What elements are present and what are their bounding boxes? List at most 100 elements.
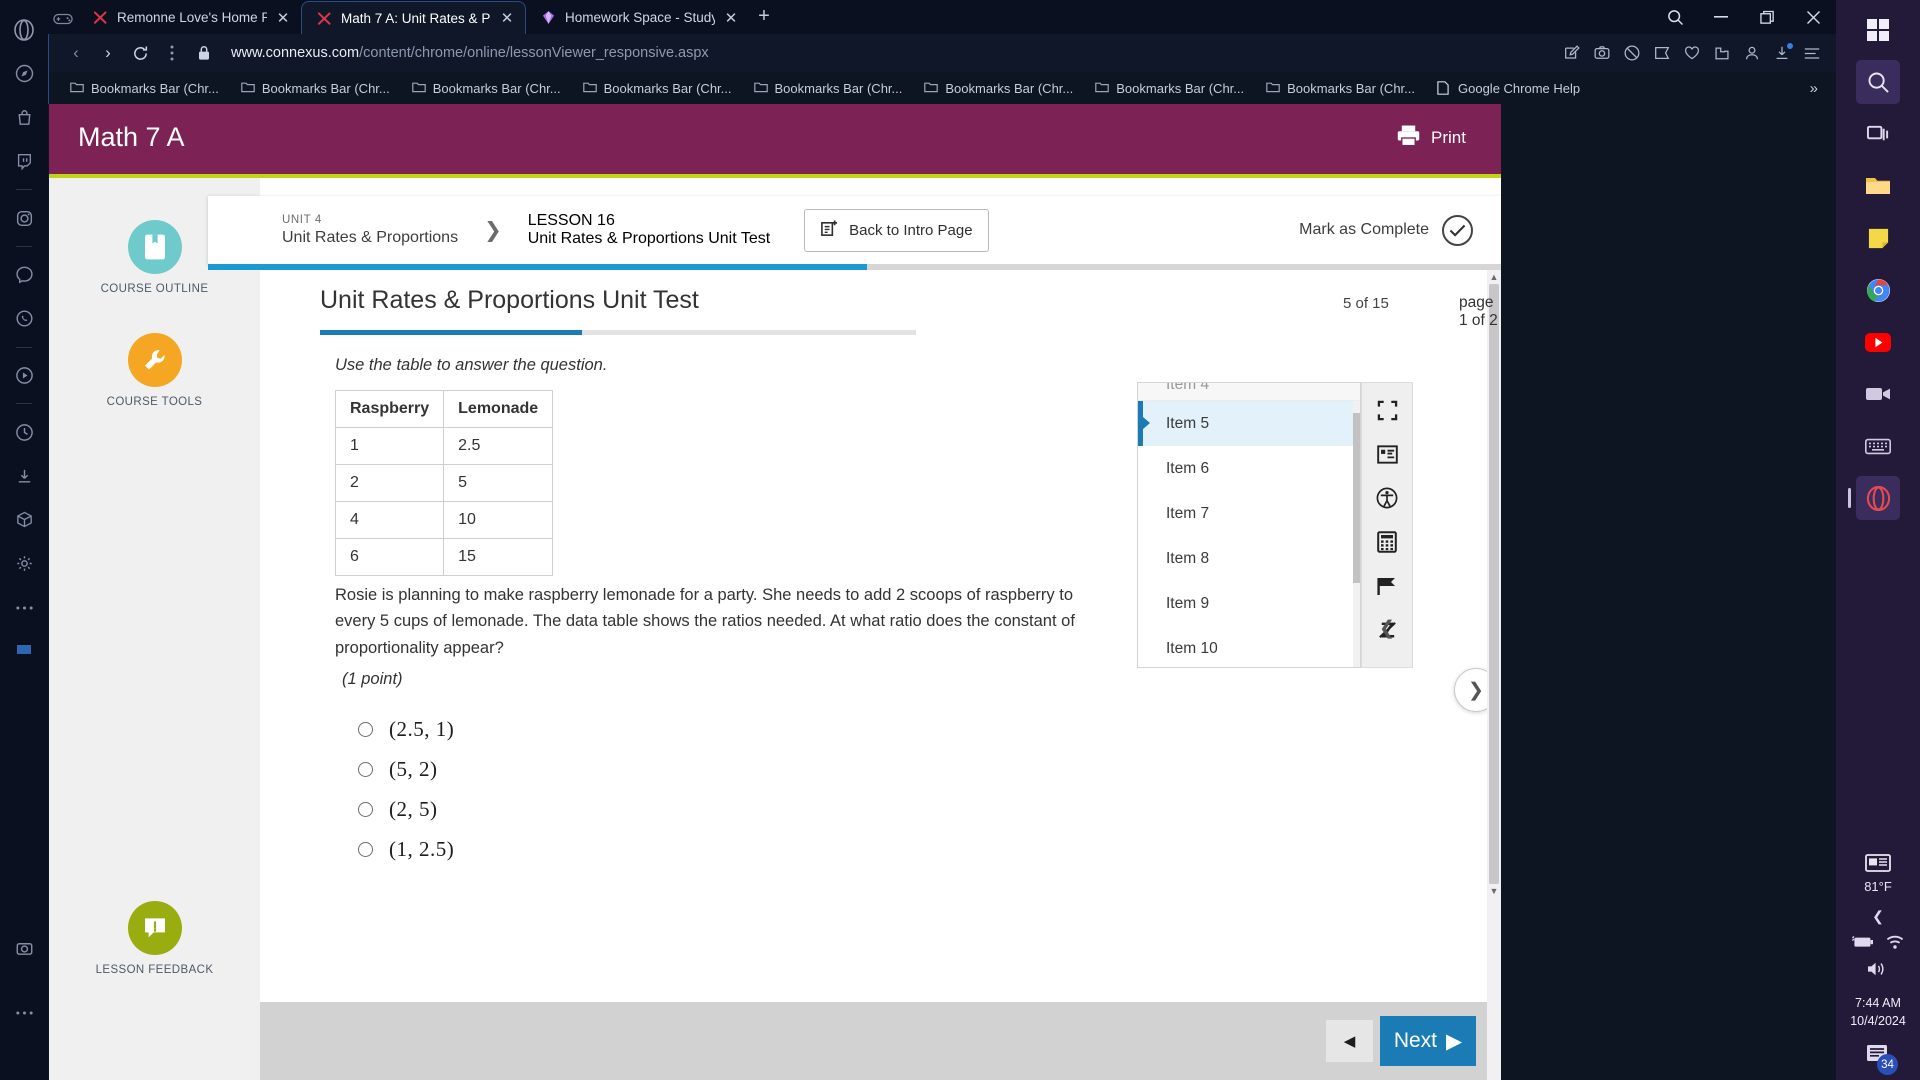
answer-choice[interactable]: (2.5, 1) <box>358 717 454 742</box>
camera-alt-icon[interactable] <box>7 933 41 963</box>
bookmark-item[interactable]: Bookmarks Bar (Chr... <box>401 81 572 96</box>
sidebar-item-course-tools[interactable]: COURSE TOOLS <box>49 333 260 408</box>
search-icon[interactable] <box>1652 0 1698 34</box>
item-list-item[interactable]: Item 5 <box>1138 401 1360 446</box>
collapse-panel-button[interactable]: ❮ <box>1361 608 1413 648</box>
flag-icon[interactable] <box>1374 573 1400 599</box>
forward-button[interactable]: › <box>93 38 123 68</box>
downloads-indicator-icon[interactable] <box>1770 41 1794 65</box>
item-list-item[interactable]: Item 9 <box>1138 581 1360 626</box>
reload-icon[interactable] <box>125 38 155 68</box>
settings-gear-icon[interactable] <box>7 549 41 579</box>
mark-as-complete-button[interactable]: Mark as Complete <box>1299 214 1473 246</box>
task-view-icon[interactable] <box>1856 112 1900 156</box>
shopping-bag-icon[interactable] <box>7 103 41 133</box>
chrome-icon[interactable] <box>1856 268 1900 312</box>
maximize-restore-button[interactable] <box>1744 0 1790 34</box>
sidebar-item-lesson-feedback[interactable]: LESSON FEEDBACK <box>49 901 260 976</box>
bookmark-item[interactable]: Bookmarks Bar (Chr... <box>1084 81 1255 96</box>
item-list-item[interactable]: Item 6 <box>1138 446 1360 491</box>
radio-button[interactable] <box>358 722 373 737</box>
bookmark-item[interactable]: Bookmarks Bar (Chr... <box>59 81 230 96</box>
keyboard-icon[interactable] <box>1856 424 1900 468</box>
notification-center-button[interactable]: 34 <box>1865 1043 1898 1075</box>
breadcrumb-lesson[interactable]: LESSON 16 Unit Rates & Proportions Unit … <box>528 212 770 248</box>
browser-tab-active[interactable]: Math 7 A: Unit Rates & Pro ✕ <box>301 1 526 34</box>
more-dots-icon[interactable] <box>7 593 41 623</box>
twitch-icon[interactable] <box>7 147 41 177</box>
sidebar-more-icon[interactable] <box>7 998 41 1028</box>
close-icon[interactable]: ✕ <box>723 10 739 27</box>
video-camera-icon[interactable] <box>1856 372 1900 416</box>
bookmarks-overflow-icon[interactable]: » <box>1802 80 1826 97</box>
whatsapp-icon[interactable] <box>7 304 41 334</box>
page-menu-icon[interactable] <box>157 38 187 68</box>
vpn-badge-icon[interactable] <box>1650 41 1674 65</box>
bookmark-item[interactable]: Bookmarks Bar (Chr... <box>913 81 1084 96</box>
bookmark-item[interactable]: Bookmarks Bar (Chr... <box>230 81 401 96</box>
print-button[interactable]: Print <box>1396 124 1466 152</box>
file-explorer-icon[interactable] <box>1856 164 1900 208</box>
browser-tab[interactable]: Remonne Love's Home Pag ✕ <box>78 1 301 34</box>
bookmark-item[interactable]: Bookmarks Bar (Chr... <box>572 81 743 96</box>
fullscreen-icon[interactable] <box>1374 397 1400 423</box>
profile-icon[interactable] <box>1740 41 1764 65</box>
calculator-icon[interactable] <box>1374 529 1400 555</box>
heart-icon[interactable] <box>1680 41 1704 65</box>
start-windows-icon[interactable] <box>1856 8 1900 52</box>
play-circle-icon[interactable] <box>7 361 41 391</box>
opera-logo-icon[interactable] <box>7 15 41 45</box>
scroll-down-arrow[interactable]: ▼ <box>1487 884 1501 898</box>
show-hidden-icons-chevron[interactable]: ❮ <box>1872 908 1884 925</box>
item-list-item[interactable]: Item 7 <box>1138 491 1360 536</box>
bookmark-item-chrome-help[interactable]: Google Chrome Help <box>1426 81 1591 96</box>
battery-charging-icon[interactable] <box>1851 935 1875 954</box>
close-icon[interactable]: ✕ <box>499 10 515 27</box>
new-tab-button[interactable]: + <box>749 1 779 31</box>
previous-button[interactable]: ◀ <box>1326 1020 1373 1062</box>
browser-tab[interactable]: Homework Space - StudyX ✕ <box>526 1 749 34</box>
bookmark-item[interactable]: Bookmarks Bar (Chr... <box>1255 81 1426 96</box>
item-panel-scrollbar[interactable] <box>1353 401 1360 667</box>
wifi-icon[interactable] <box>1885 935 1905 955</box>
weather-widget[interactable]: 81°F <box>1864 853 1892 894</box>
flag-blue-icon[interactable] <box>7 636 41 666</box>
history-clock-icon[interactable] <box>7 417 41 447</box>
item-list-item[interactable]: Item 10 <box>1138 626 1360 667</box>
answer-choice[interactable]: (2, 5) <box>358 797 438 822</box>
radio-button[interactable] <box>358 802 373 817</box>
taskbar-clock[interactable]: 7:44 AM 10/4/2024 <box>1850 994 1906 1032</box>
compass-icon[interactable] <box>7 59 41 89</box>
breadcrumb-unit[interactable]: UNIT 4 Unit Rates & Proportions <box>208 214 458 247</box>
messenger-icon[interactable] <box>7 260 41 290</box>
answer-choice[interactable]: (1, 2.5) <box>358 837 454 862</box>
edit-note-icon[interactable] <box>1560 41 1584 65</box>
back-button[interactable]: ‹ <box>61 38 91 68</box>
accessibility-icon[interactable] <box>1374 485 1400 511</box>
sticky-notes-icon[interactable] <box>1856 216 1900 260</box>
search-icon[interactable] <box>1856 60 1900 104</box>
instagram-icon[interactable] <box>7 203 41 233</box>
page-scrollbar[interactable]: ▲ ▼ <box>1487 270 1501 1080</box>
lock-icon[interactable] <box>189 38 219 68</box>
next-button[interactable]: Next ▶ <box>1380 1016 1476 1066</box>
scroll-up-arrow[interactable]: ▲ <box>1487 270 1501 284</box>
volume-icon[interactable] <box>1866 961 1890 982</box>
item-navigation-panel[interactable]: Item 4 Item 5 Item 6 Item 7 Item 8 Item … <box>1137 382 1361 668</box>
back-to-intro-button[interactable]: Back to Intro Page <box>804 208 989 252</box>
gamepad-icon[interactable] <box>48 12 78 26</box>
answer-choice[interactable]: (5, 2) <box>358 757 438 782</box>
adblock-icon[interactable] <box>1620 41 1644 65</box>
opera-taskbar-icon[interactable] <box>1848 476 1900 520</box>
cube-icon[interactable] <box>7 505 41 535</box>
minimize-button[interactable] <box>1698 0 1744 34</box>
close-icon[interactable]: ✕ <box>275 10 291 27</box>
close-window-button[interactable] <box>1790 0 1836 34</box>
item-list-item[interactable]: Item 8 <box>1138 536 1360 581</box>
radio-button[interactable] <box>358 762 373 777</box>
youtube-icon[interactable] <box>1856 320 1900 364</box>
url-field[interactable]: www.connexus.com/content/chrome/online/l… <box>221 45 1558 61</box>
opera-menu-icon[interactable] <box>1800 41 1824 65</box>
downloads-icon[interactable] <box>7 461 41 491</box>
radio-button[interactable] <box>358 842 373 857</box>
